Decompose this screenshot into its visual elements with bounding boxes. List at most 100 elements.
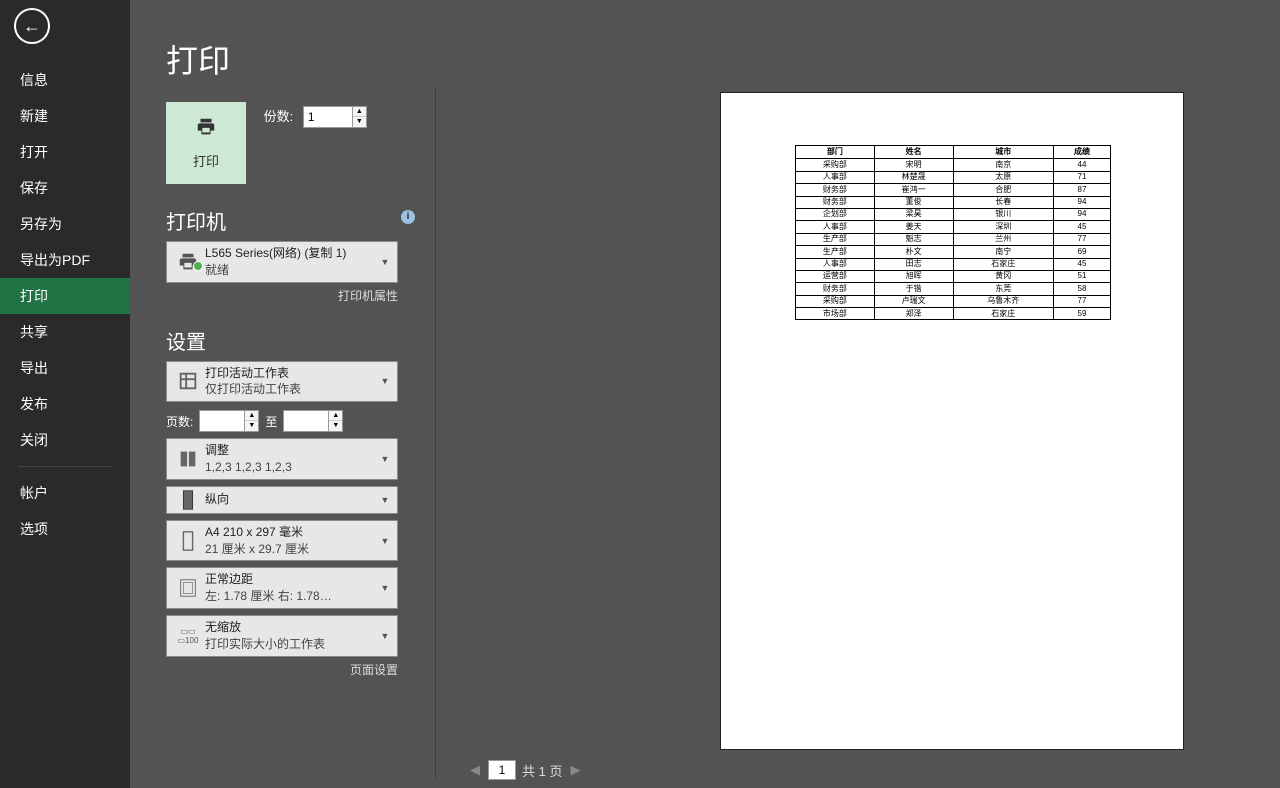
table-cell: 采购部 <box>796 159 875 171</box>
pages-row: 页数: ▲ ▼ 至 ▲ ▼ <box>166 410 415 432</box>
nav-save[interactable]: 保存 <box>0 170 130 206</box>
chevron-down-icon: ▼ <box>377 631 393 641</box>
nav-info[interactable]: 信息 <box>0 62 130 98</box>
table-cell: 崔鸿一 <box>874 184 953 196</box>
info-icon[interactable]: i <box>401 210 415 224</box>
chevron-down-icon: ▼ <box>377 536 393 546</box>
margins-dropdown[interactable]: 正常边距 左: 1.78 厘米 右: 1.78… ▼ <box>166 567 398 609</box>
nav-account[interactable]: 帐户 <box>0 475 130 511</box>
printer-section-header: 打印机 i <box>166 206 415 235</box>
table-row: 生产部朴文南宁69 <box>796 246 1111 258</box>
table-cell: 51 <box>1053 270 1110 282</box>
scaling-line2: 打印实际大小的工作表 <box>205 636 377 653</box>
table-cell: 77 <box>1053 233 1110 245</box>
printer-status: 就绪 <box>205 262 377 279</box>
table-cell: 财务部 <box>796 283 875 295</box>
table-cell: 人事部 <box>796 258 875 270</box>
nav-export[interactable]: 导出 <box>0 350 130 386</box>
table-header: 城市 <box>953 146 1053 159</box>
nav-options[interactable]: 选项 <box>0 511 130 547</box>
page-title: 打印 <box>166 36 415 82</box>
table-row: 人事部姜天深圳45 <box>796 221 1111 233</box>
pages-to-spinner[interactable]: ▲ ▼ <box>283 410 343 432</box>
table-row: 财务部于锴东莞58 <box>796 283 1111 295</box>
table-row: 市场部郑泽石家庄59 <box>796 308 1111 320</box>
copies-down-icon[interactable]: ▼ <box>353 117 366 127</box>
print-button-label: 打印 <box>193 154 219 169</box>
pages-to-up-icon[interactable]: ▲ <box>329 411 342 421</box>
table-cell: 运营部 <box>796 270 875 282</box>
table-cell: 魁志 <box>874 233 953 245</box>
chevron-down-icon: ▼ <box>377 495 393 505</box>
pages-to-label: 至 <box>265 413 277 430</box>
nav-publish[interactable]: 发布 <box>0 386 130 422</box>
table-cell: 石家庄 <box>953 308 1053 320</box>
table-cell: 合肥 <box>953 184 1053 196</box>
table-row: 采购部卢瑞文乌鲁木齐77 <box>796 295 1111 307</box>
table-row: 人事部林楚晟太原71 <box>796 171 1111 183</box>
preview-area: 部门姓名城市成绩 采购部宋明南京44人事部林楚晟太原71财务部崔鸿一合肥87财务… <box>440 0 1280 788</box>
table-cell: 71 <box>1053 171 1110 183</box>
printer-properties-link[interactable]: 打印机属性 <box>166 287 398 304</box>
table-cell: 于锴 <box>874 283 953 295</box>
back-button[interactable]: ← <box>14 8 50 44</box>
table-cell: 市场部 <box>796 308 875 320</box>
table-cell: 财务部 <box>796 184 875 196</box>
table-cell: 长春 <box>953 196 1053 208</box>
table-cell: 59 <box>1053 308 1110 320</box>
pager-prev-icon[interactable]: ◀ <box>468 762 482 778</box>
paper-line1: A4 210 x 297 毫米 <box>205 524 377 541</box>
nav-close[interactable]: 关闭 <box>0 422 130 458</box>
copies-up-icon[interactable]: ▲ <box>353 107 366 117</box>
collate-line1: 调整 <box>205 442 377 459</box>
printer-dropdown[interactable]: L565 Series(网络) (复制 1) 就绪 ▼ <box>166 241 398 283</box>
pages-to-down-icon[interactable]: ▼ <box>329 421 342 431</box>
table-cell: 94 <box>1053 208 1110 220</box>
back-arrow-icon: ← <box>23 16 41 37</box>
copies-spinner[interactable]: ▲ ▼ <box>303 106 367 128</box>
nav-new[interactable]: 新建 <box>0 98 130 134</box>
print-what-dropdown[interactable]: 打印活动工作表 仅打印活动工作表 ▼ <box>166 361 398 403</box>
table-cell: 石家庄 <box>953 258 1053 270</box>
pages-from-up-icon[interactable]: ▲ <box>245 411 258 421</box>
table-row: 财务部崔鸿一合肥87 <box>796 184 1111 196</box>
table-cell: 南宁 <box>953 246 1053 258</box>
table-cell: 银川 <box>953 208 1053 220</box>
print-button[interactable]: 打印 <box>166 102 246 184</box>
scaling-dropdown[interactable]: ▭▭▭100 无缩放 打印实际大小的工作表 ▼ <box>166 615 398 657</box>
table-cell: 田志 <box>874 258 953 270</box>
table-header: 姓名 <box>874 146 953 159</box>
table-cell: 宋明 <box>874 159 953 171</box>
table-cell: 87 <box>1053 184 1110 196</box>
nav-share[interactable]: 共享 <box>0 314 130 350</box>
table-cell: 企划部 <box>796 208 875 220</box>
table-row: 人事部田志石家庄45 <box>796 258 1111 270</box>
nav-save-as[interactable]: 另存为 <box>0 206 130 242</box>
pager-current-input[interactable] <box>488 760 516 780</box>
table-row: 财务部董俊长春94 <box>796 196 1111 208</box>
table-cell: 姜天 <box>874 221 953 233</box>
collate-dropdown[interactable]: 调整 1,2,3 1,2,3 1,2,3 ▼ <box>166 438 398 480</box>
page-setup-link[interactable]: 页面设置 <box>166 661 398 678</box>
copies-label: 份数: <box>264 109 294 124</box>
copies-control: 份数: ▲ ▼ <box>264 106 367 128</box>
print-what-line1: 打印活动工作表 <box>205 365 377 382</box>
pages-to-input[interactable] <box>283 410 329 432</box>
nav-export-pdf[interactable]: 导出为PDF <box>0 242 130 278</box>
table-cell: 朴文 <box>874 246 953 258</box>
pager-total: 共 1 页 <box>522 761 562 780</box>
pages-from-spinner[interactable]: ▲ ▼ <box>199 410 259 432</box>
nav-open[interactable]: 打开 <box>0 134 130 170</box>
pages-from-input[interactable] <box>199 410 245 432</box>
content: 打印 打印 份数: ▲ ▼ 打印机 i <box>130 0 1280 788</box>
nav-print[interactable]: 打印 <box>0 278 130 314</box>
paper-line2: 21 厘米 x 29.7 厘米 <box>205 541 377 558</box>
printer-section-label: 打印机 <box>166 212 226 234</box>
pages-from-down-icon[interactable]: ▼ <box>245 421 258 431</box>
orientation-dropdown[interactable]: 纵向 ▼ <box>166 486 398 514</box>
paper-icon <box>171 530 205 552</box>
paper-size-dropdown[interactable]: A4 210 x 297 毫米 21 厘米 x 29.7 厘米 ▼ <box>166 520 398 562</box>
copies-input[interactable] <box>303 106 353 128</box>
table-cell: 黄冈 <box>953 270 1053 282</box>
pager-next-icon[interactable]: ▶ <box>568 762 582 778</box>
